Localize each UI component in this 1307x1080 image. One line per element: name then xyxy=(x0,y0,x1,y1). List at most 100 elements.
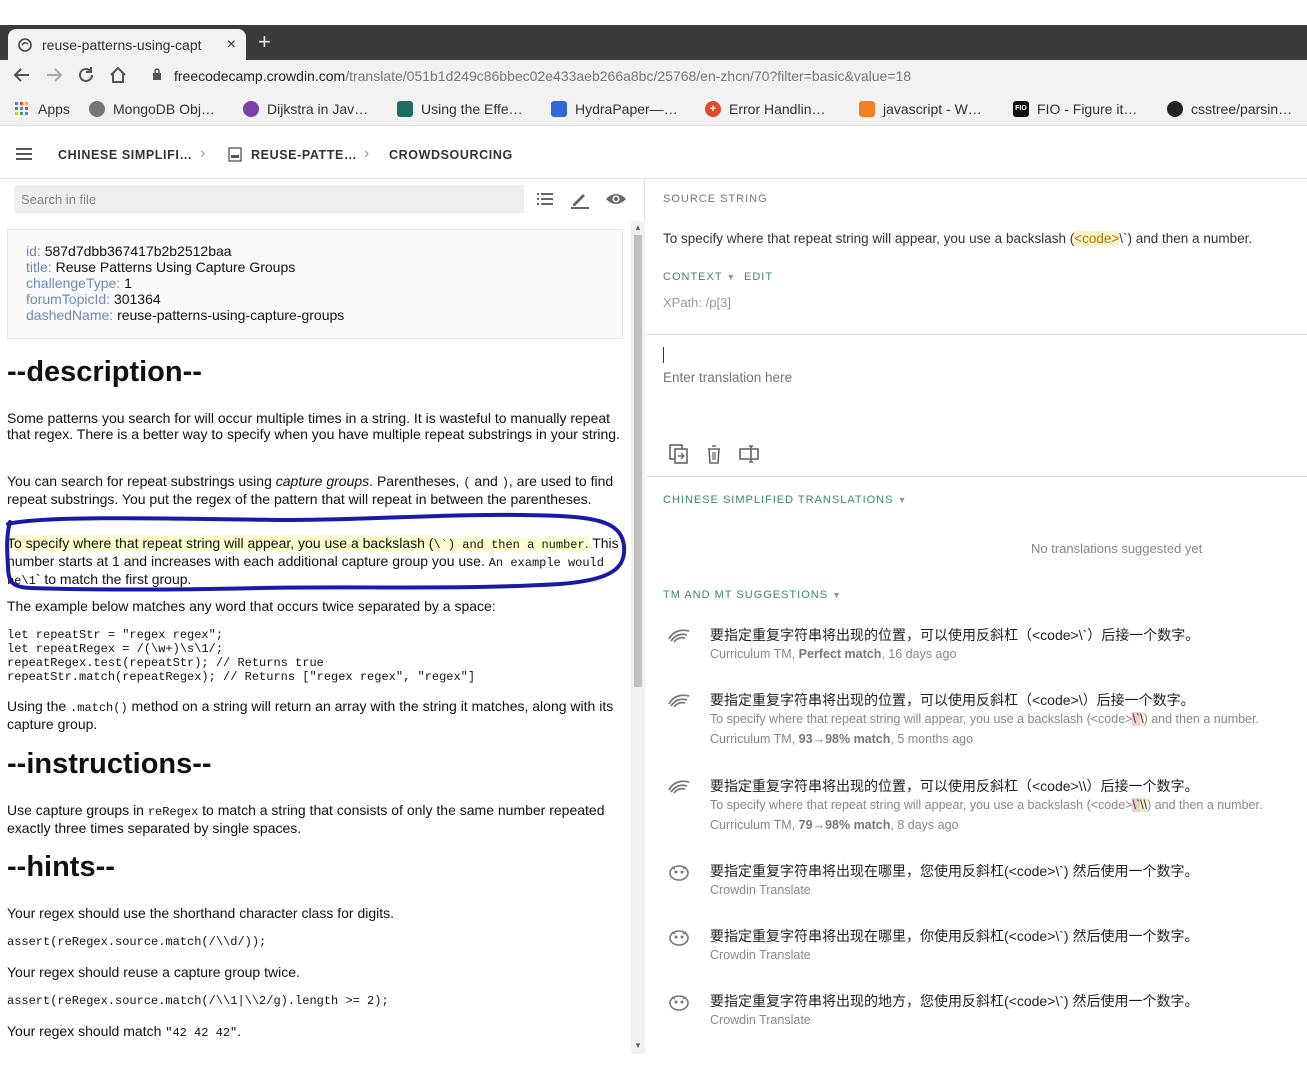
tab-close-icon[interactable]: × xyxy=(227,36,236,54)
suggestion-item[interactable]: 要指定重复字符串将出现的位置，可以使用反斜杠（<code>\）后接一个数字。 T… xyxy=(663,690,1303,750)
meta-dashed-name: dashedName: reuse-patterns-using-capture… xyxy=(26,307,604,323)
diff-removed: \` xyxy=(1132,712,1141,726)
bookmark-label: Using the Effe… xyxy=(421,101,523,117)
suggestion-item[interactable]: 要指定重复字符串将出现在哪里，你使用反斜杠(<code>\`) 然后使用一个数字… xyxy=(663,926,1303,966)
copy-source-icon[interactable] xyxy=(668,443,690,465)
bookmark-javascript[interactable]: javascript - W… xyxy=(859,101,982,117)
caret-down-icon: ▼ xyxy=(832,590,843,600)
suggestion-item[interactable]: 要指定重复字符串将出现的地方，您使用反斜杠(<code>\`) 然后使用一个数字… xyxy=(663,991,1303,1031)
bookmark-error-handling[interactable]: + Error Handlin… xyxy=(705,101,825,117)
diff-text: To specify where that repeat string will… xyxy=(710,798,1133,812)
text: To specify where that repeat string will… xyxy=(663,231,1075,246)
suggestion-text: 要指定重复字符串将出现的位置，可以使用反斜杠（<code>\\）后接一个数字。 xyxy=(710,778,1199,794)
pencil-icon[interactable] xyxy=(570,189,590,209)
inline-code: ) xyxy=(501,476,509,490)
paragraph-4[interactable]: The example below matches any word that … xyxy=(7,598,622,614)
suggestion-meta: Curriculum TM, 79→98% match, 8 days ago xyxy=(710,818,959,832)
bookmark-apps[interactable]: Apps xyxy=(14,101,70,117)
diff-removed: \` xyxy=(1132,798,1141,812)
meta-source: Curriculum TM, xyxy=(710,732,799,746)
screen-top-margin xyxy=(0,0,1307,25)
hydrapaper-icon xyxy=(551,101,567,117)
meta-title: title: Reuse Patterns Using Capture Grou… xyxy=(26,259,604,275)
bookmark-csstree[interactable]: csstree/parsin… xyxy=(1167,101,1292,117)
suggestion-text: 要指定重复字符串将出现的位置，可以使用反斜杠（<code>\）后接一个数字。 xyxy=(710,692,1195,708)
suggestion-item[interactable]: 要指定重复字符串将出现的位置，可以使用反斜杠（<code>\\）后接一个数字。 … xyxy=(663,776,1303,836)
hints-heading: --hints-- xyxy=(7,851,115,883)
bookmark-using-the-effect[interactable]: Using the Effe… xyxy=(397,101,523,117)
paragraph-1[interactable]: Some patterns you search for will occur … xyxy=(7,410,622,442)
meta-age: , 8 days ago xyxy=(890,818,959,832)
translations-section-toggle[interactable]: CHINESE SIMPLIFIED TRANSLATIONS ▼ xyxy=(663,494,907,506)
scroll-up-arrow-icon[interactable]: ▲ xyxy=(634,223,642,232)
forward-arrow-icon[interactable] xyxy=(44,65,64,92)
chevron-right-icon: › xyxy=(364,145,370,162)
paragraph-3-selected[interactable]: To specify where that repeat string will… xyxy=(7,535,622,589)
breadcrumb-language[interactable]: CHINESE SIMPLIFI… xyxy=(58,148,193,162)
bookmark-mongodb[interactable]: MongoDB Obj… xyxy=(89,101,215,117)
screen-bottom-margin xyxy=(0,1054,1307,1080)
meta-source: Curriculum TM, xyxy=(710,647,799,661)
example-code-block[interactable]: let repeatStr = "regex regex"; let repea… xyxy=(7,628,475,684)
crowdin-translate-icon xyxy=(667,863,691,881)
crowdin-translate-icon xyxy=(667,928,691,946)
text-cursor-icon[interactable] xyxy=(738,443,760,465)
curriculum-tm-icon xyxy=(667,627,691,645)
paragraph-6[interactable]: Use capture groups in reRegex to match a… xyxy=(7,802,622,836)
hint-1-code[interactable]: assert(reRegex.source.match(/\\d/)); xyxy=(7,935,266,949)
divider xyxy=(646,334,1307,335)
caret-down-icon: ▼ xyxy=(726,272,737,282)
menu-icon[interactable] xyxy=(16,148,32,160)
hint-2-code[interactable]: assert(reRegex.source.match(/\\1|\\2/g).… xyxy=(7,994,389,1008)
suggestion-item[interactable]: 要指定重复字符串将出现在哪里，您使用反斜杠(<code>\`) 然后使用一个数字… xyxy=(663,861,1303,901)
diff-text: To specify where that repeat string will… xyxy=(710,712,1133,726)
suggestion-text: 要指定重复字符串将出现在哪里，你使用反斜杠(<code>\`) 然后使用一个数字… xyxy=(710,928,1199,944)
scroll-thumb[interactable] xyxy=(634,235,642,687)
home-icon[interactable] xyxy=(108,65,128,92)
reload-icon[interactable] xyxy=(76,65,96,92)
eye-icon[interactable] xyxy=(605,189,626,209)
edit-context-link[interactable]: EDIT xyxy=(744,271,773,283)
lock-icon[interactable] xyxy=(152,68,161,81)
hint-2[interactable]: Your regex should reuse a capture group … xyxy=(7,964,622,980)
mongodb-icon xyxy=(89,101,105,117)
list-icon[interactable] xyxy=(535,189,555,209)
fio-icon: FIO xyxy=(1013,101,1029,117)
back-arrow-icon[interactable] xyxy=(12,65,32,92)
bookmark-label: FIO - Figure it… xyxy=(1037,101,1138,117)
breadcrumb-file[interactable]: REUSE-PATTE… xyxy=(251,148,357,162)
challenge-preview: id: 587d7dbb367417b2b2512baa title: Reus… xyxy=(0,221,630,1054)
address-bar[interactable]: freecodecamp.crowdin.com/translate/051b1… xyxy=(174,68,911,84)
search-in-file-input[interactable]: Search in file xyxy=(14,185,524,213)
meta-value: 587d7dbb367417b2b2512baa xyxy=(44,243,232,259)
preview-scrollbar[interactable]: ▲ ▼ xyxy=(631,221,645,1054)
hint-1[interactable]: Your regex should use the shorthand char… xyxy=(7,905,622,921)
context-toggle[interactable]: CONTEXT ▼ xyxy=(663,271,736,283)
translation-input[interactable] xyxy=(663,347,1283,407)
suggestion-meta: Curriculum TM, Perfect match, 16 days ag… xyxy=(710,647,956,661)
paragraph-2[interactable]: You can search for repeat substrings usi… xyxy=(7,473,622,507)
bookmark-fio[interactable]: FIO FIO - Figure it… xyxy=(1013,101,1137,117)
breadcrumb-mode[interactable]: CROWDSOURCING xyxy=(389,148,513,162)
github-icon xyxy=(1167,101,1183,117)
hint-3[interactable]: Your regex should match "42 42 42". xyxy=(7,1023,622,1041)
suggestion-meta: Crowdin Translate xyxy=(710,948,811,962)
scroll-down-arrow-icon[interactable]: ▼ xyxy=(634,1041,642,1050)
error-plus-icon: + xyxy=(705,101,721,117)
bookmarks-bar: Apps MongoDB Obj… Dijkstra in Jav… Using… xyxy=(0,94,1307,126)
suggestion-meta: Curriculum TM, 93→98% match, 5 months ag… xyxy=(710,732,973,746)
browser-tab[interactable]: reuse-patterns-using-capt × xyxy=(8,29,246,60)
xpath-context: XPath: /p[3] xyxy=(663,295,731,310)
bookmark-dijkstra[interactable]: Dijkstra in Jav… xyxy=(243,101,368,117)
bookmark-hydrapaper[interactable]: HydraPaper—… xyxy=(551,101,678,117)
new-tab-button[interactable]: + xyxy=(258,30,271,54)
suggestion-source-diff: To specify where that repeat string will… xyxy=(710,798,1262,812)
paragraph-5[interactable]: Using the .match() method on a string wi… xyxy=(7,698,622,732)
bookmark-label: Dijkstra in Jav… xyxy=(267,101,369,117)
tm-suggestions-toggle[interactable]: TM AND MT SUGGESTIONS ▼ xyxy=(663,589,842,601)
trash-icon[interactable] xyxy=(703,443,725,465)
suggestion-item[interactable]: 要指定重复字符串将出现的位置，可以使用反斜杠（<code>\`）后接一个数字。 … xyxy=(663,625,1303,665)
text: . xyxy=(237,1023,242,1039)
source-string[interactable]: To specify where that repeat string will… xyxy=(663,231,1252,246)
bookmark-label: MongoDB Obj… xyxy=(113,101,215,117)
